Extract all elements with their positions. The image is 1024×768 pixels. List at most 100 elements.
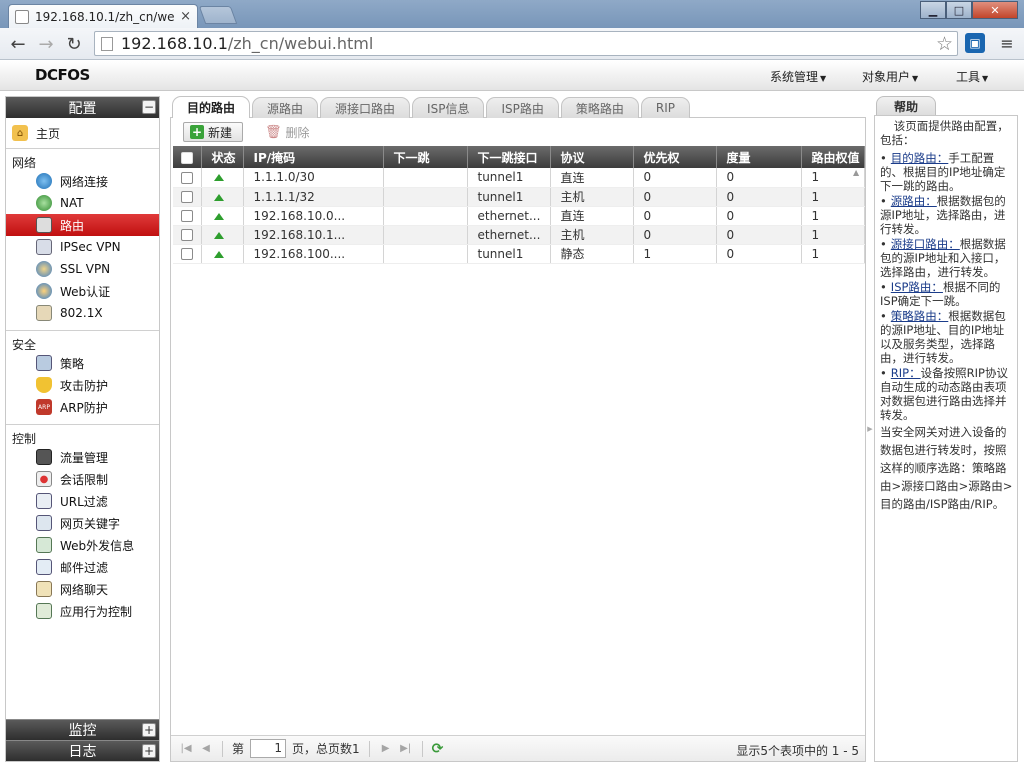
sidebar-item-session-limit[interactable]: ● 会话限制 xyxy=(6,468,159,490)
browser-tab[interactable]: 192.168.10.1/zh_cn/web × xyxy=(8,4,198,28)
sidebar-item-web-auth[interactable]: Web认证 xyxy=(6,280,159,302)
sidebar-item-web-outbound-info[interactable]: Web外发信息 xyxy=(6,534,159,556)
help-collapse-handle[interactable]: ▶ xyxy=(866,96,874,762)
table-row[interactable]: 192.168.10.1... ethernet... 主机 0 0 1 xyxy=(173,225,865,245)
column-header[interactable]: 优先权 xyxy=(633,146,717,168)
new-tab-button[interactable] xyxy=(198,6,238,24)
sidebar-item-policy[interactable]: 策略 xyxy=(6,352,159,374)
sidebar-item-web-keyword[interactable]: 网页关键字 xyxy=(6,512,159,534)
table-row[interactable]: 1.1.1.1/32 tunnel1 主机 0 0 1 xyxy=(173,187,865,207)
checkbox-icon[interactable] xyxy=(180,151,193,164)
checkbox-icon[interactable] xyxy=(180,210,193,222)
sidebar-item-attack-protection[interactable]: 攻击防护 xyxy=(6,374,159,396)
sidebar-item-label: 网络聊天 xyxy=(60,582,109,597)
help-link-policy-route[interactable]: 策略路由： xyxy=(891,309,949,323)
sidebar-item-nat[interactable]: NAT xyxy=(6,192,159,214)
column-header[interactable]: 下一跳 xyxy=(383,146,468,168)
sidebar-item-ipsec-vpn[interactable]: IPSec VPN xyxy=(6,236,159,258)
status-up-icon xyxy=(213,250,224,258)
sidebar-item-traffic-management[interactable]: 流量管理 xyxy=(6,446,159,468)
menu-tools[interactable]: 工具 ▼ xyxy=(956,68,988,85)
extension-icon[interactable]: ▣ xyxy=(965,33,985,53)
row-checkbox[interactable] xyxy=(173,187,202,207)
expand-icon[interactable]: + xyxy=(142,723,156,737)
config-panel-header[interactable]: 配置 − xyxy=(6,97,159,118)
help-link-destination-route[interactable]: 目的路由： xyxy=(891,151,949,165)
collapse-icon[interactable]: − xyxy=(142,100,156,114)
sidebar-item-network-chat[interactable]: 网络聊天 xyxy=(6,578,159,600)
close-window-icon[interactable]: ✕ xyxy=(972,1,1018,19)
tab-close-icon[interactable]: × xyxy=(180,9,191,24)
tab-help[interactable]: 帮助 xyxy=(876,96,936,116)
tab-source-route[interactable]: 源路由 xyxy=(252,97,319,118)
table-row[interactable]: 1.1.1.0/30 tunnel1 直连 0 0 1 xyxy=(173,168,865,188)
sidebar-item-app-behavior-control[interactable]: 应用行为控制 xyxy=(6,600,159,622)
sidebar-item-url-filter[interactable]: URL过滤 xyxy=(6,490,159,512)
help-link-source-route[interactable]: 源路由： xyxy=(891,194,937,208)
row-checkbox[interactable] xyxy=(173,206,202,226)
sidebar-item-ssl-vpn[interactable]: SSL VPN xyxy=(6,258,159,280)
sidebar-item-home[interactable]: ⌂ 主页 xyxy=(6,118,159,148)
sidebar-item-mail-filter[interactable]: 邮件过滤 xyxy=(6,556,159,578)
address-bar[interactable]: 192.168.10.1/zh_cn/webui.html ☆ xyxy=(94,31,958,56)
metric-cell: 0 xyxy=(716,168,802,188)
column-header[interactable]: 度量 xyxy=(716,146,802,168)
tab-content: + 新建 🗑 删除 状态 IP/掩码 下一跳 下一跳接口 协议 优先权 度量 路… xyxy=(170,118,866,762)
tab-isp-info[interactable]: ISP信息 xyxy=(412,97,485,118)
delete-button-label: 删除 xyxy=(285,125,310,140)
column-header[interactable]: 路由权值 xyxy=(801,146,865,168)
menu-objects-users[interactable]: 对象用户 ▼ xyxy=(862,68,918,85)
menu-label: 对象用户 xyxy=(862,70,911,84)
bookmark-star-icon[interactable]: ☆ xyxy=(936,33,953,55)
column-header[interactable]: IP/掩码 xyxy=(243,146,384,168)
trash-icon: 🗑 xyxy=(265,124,282,140)
column-header[interactable]: 下一跳接口 xyxy=(467,146,551,168)
forward-arrow-icon[interactable]: → xyxy=(34,32,58,56)
browser-menu-icon[interactable]: ≡ xyxy=(998,34,1016,53)
first-page-icon[interactable]: |◀ xyxy=(179,742,193,756)
protocol-cell: 主机 xyxy=(550,225,634,245)
sidebar-item-label: 策略 xyxy=(60,356,85,371)
minimize-icon[interactable]: ▁ xyxy=(920,1,946,19)
tab-isp-route[interactable]: ISP路由 xyxy=(486,97,559,118)
prev-page-icon[interactable]: ◀ xyxy=(199,742,213,756)
help-link-rip[interactable]: RIP： xyxy=(891,366,921,380)
select-all-checkbox[interactable] xyxy=(173,146,202,168)
reload-icon[interactable]: ↻ xyxy=(62,32,86,56)
menu-system-management[interactable]: 系统管理 ▼ xyxy=(770,68,826,85)
log-panel-header[interactable]: 日志 + xyxy=(6,740,159,761)
sidebar-item-802-1x[interactable]: 802.1X xyxy=(6,302,159,324)
new-button[interactable]: + 新建 xyxy=(183,122,244,142)
page-number-input[interactable]: 1 xyxy=(250,739,287,758)
maximize-icon[interactable]: □ xyxy=(946,1,972,19)
tab-destination-route[interactable]: 目的路由 xyxy=(172,96,251,118)
checkbox-icon[interactable] xyxy=(180,229,193,241)
checkbox-icon[interactable] xyxy=(180,191,193,203)
sidebar-item-network-connection[interactable]: 网络连接 xyxy=(6,170,159,192)
checkbox-icon[interactable] xyxy=(180,171,193,184)
tab-rip[interactable]: RIP xyxy=(640,97,690,118)
delete-button[interactable]: 🗑 删除 xyxy=(265,124,310,141)
back-arrow-icon[interactable]: ← xyxy=(6,32,30,56)
tab-source-interface-route[interactable]: 源接口路由 xyxy=(320,97,411,118)
table-scrollbar[interactable]: ▲ ▼ xyxy=(851,168,863,752)
expand-icon[interactable]: + xyxy=(142,744,156,758)
sidebar-item-routing[interactable]: 路由 xyxy=(6,214,159,236)
last-page-icon[interactable]: ▶| xyxy=(399,742,413,756)
help-link-isp-route[interactable]: ISP路由： xyxy=(891,280,943,294)
checkbox-icon[interactable] xyxy=(180,248,193,260)
row-checkbox[interactable] xyxy=(173,225,202,245)
sidebar-item-arp-protection[interactable]: ARP ARP防护 xyxy=(6,396,159,418)
monitor-panel-header[interactable]: 监控 + xyxy=(6,719,159,740)
next-page-icon[interactable]: ▶ xyxy=(379,742,393,756)
scroll-up-icon[interactable]: ▲ xyxy=(853,168,859,177)
row-checkbox[interactable] xyxy=(173,168,202,188)
column-header[interactable]: 状态 xyxy=(201,146,244,168)
row-checkbox[interactable] xyxy=(173,244,202,264)
help-link-source-interface-route[interactable]: 源接口路由： xyxy=(891,237,960,251)
column-header[interactable]: 协议 xyxy=(550,146,634,168)
refresh-icon[interactable]: ⟳ xyxy=(432,741,444,757)
tab-policy-route[interactable]: 策略路由 xyxy=(560,97,639,118)
table-row[interactable]: 192.168.100.... tunnel1 静态 1 0 1 xyxy=(173,244,865,264)
table-row[interactable]: 192.168.10.0... ethernet... 直连 0 0 1 xyxy=(173,206,865,226)
